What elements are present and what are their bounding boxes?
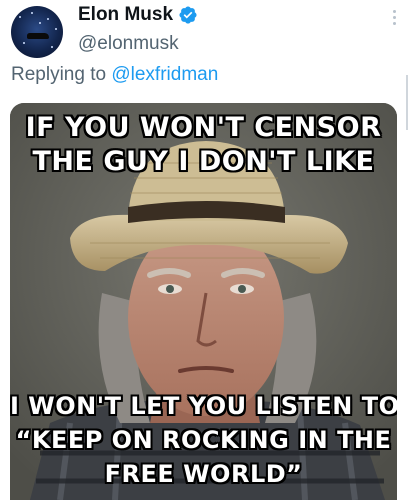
- meme-caption-line: IF YOU WON'T CENSOR: [25, 112, 382, 143]
- avatar-star: [19, 16, 21, 18]
- avatar-star: [31, 12, 33, 14]
- reply-context: Replying to @lexfridman: [11, 64, 218, 86]
- reply-prefix: Replying to: [11, 64, 112, 85]
- meme-bottom-caption: I WON'T LET YOU LISTEN TO “KEEP ON ROCKI…: [10, 389, 397, 491]
- display-name-row[interactable]: Elon Musk: [78, 4, 198, 26]
- avatar-star: [55, 28, 57, 30]
- meme-caption-line: THE GUY I DON'T LIKE: [32, 146, 375, 177]
- display-name[interactable]: Elon Musk: [78, 4, 173, 26]
- meme-caption-line: “KEEP ON ROCKING IN THE: [15, 426, 392, 454]
- more-options-icon[interactable]: [393, 10, 396, 25]
- more-dot: [393, 22, 396, 25]
- avatar-star: [23, 42, 25, 44]
- tweet-media-image[interactable]: IF YOU WON'T CENSOR THE GUY I DON'T LIKE…: [10, 103, 397, 500]
- avatar-car-silhouette: [27, 33, 49, 39]
- meme-caption-line: FREE WORLD”: [104, 460, 303, 488]
- avatar-star: [51, 46, 53, 48]
- avatar-star: [47, 18, 49, 20]
- more-dot: [393, 10, 396, 13]
- meme-caption-line: I WON'T LET YOU LISTEN TO: [10, 392, 397, 420]
- meme-top-caption: IF YOU WON'T CENSOR THE GUY I DON'T LIKE: [10, 111, 397, 179]
- more-dot: [393, 16, 396, 19]
- reply-to-link[interactable]: @lexfridman: [111, 64, 218, 85]
- verified-badge-icon[interactable]: [178, 5, 198, 25]
- avatar-star: [39, 22, 41, 24]
- user-handle[interactable]: @elonmusk: [78, 33, 179, 55]
- avatar[interactable]: [11, 6, 63, 58]
